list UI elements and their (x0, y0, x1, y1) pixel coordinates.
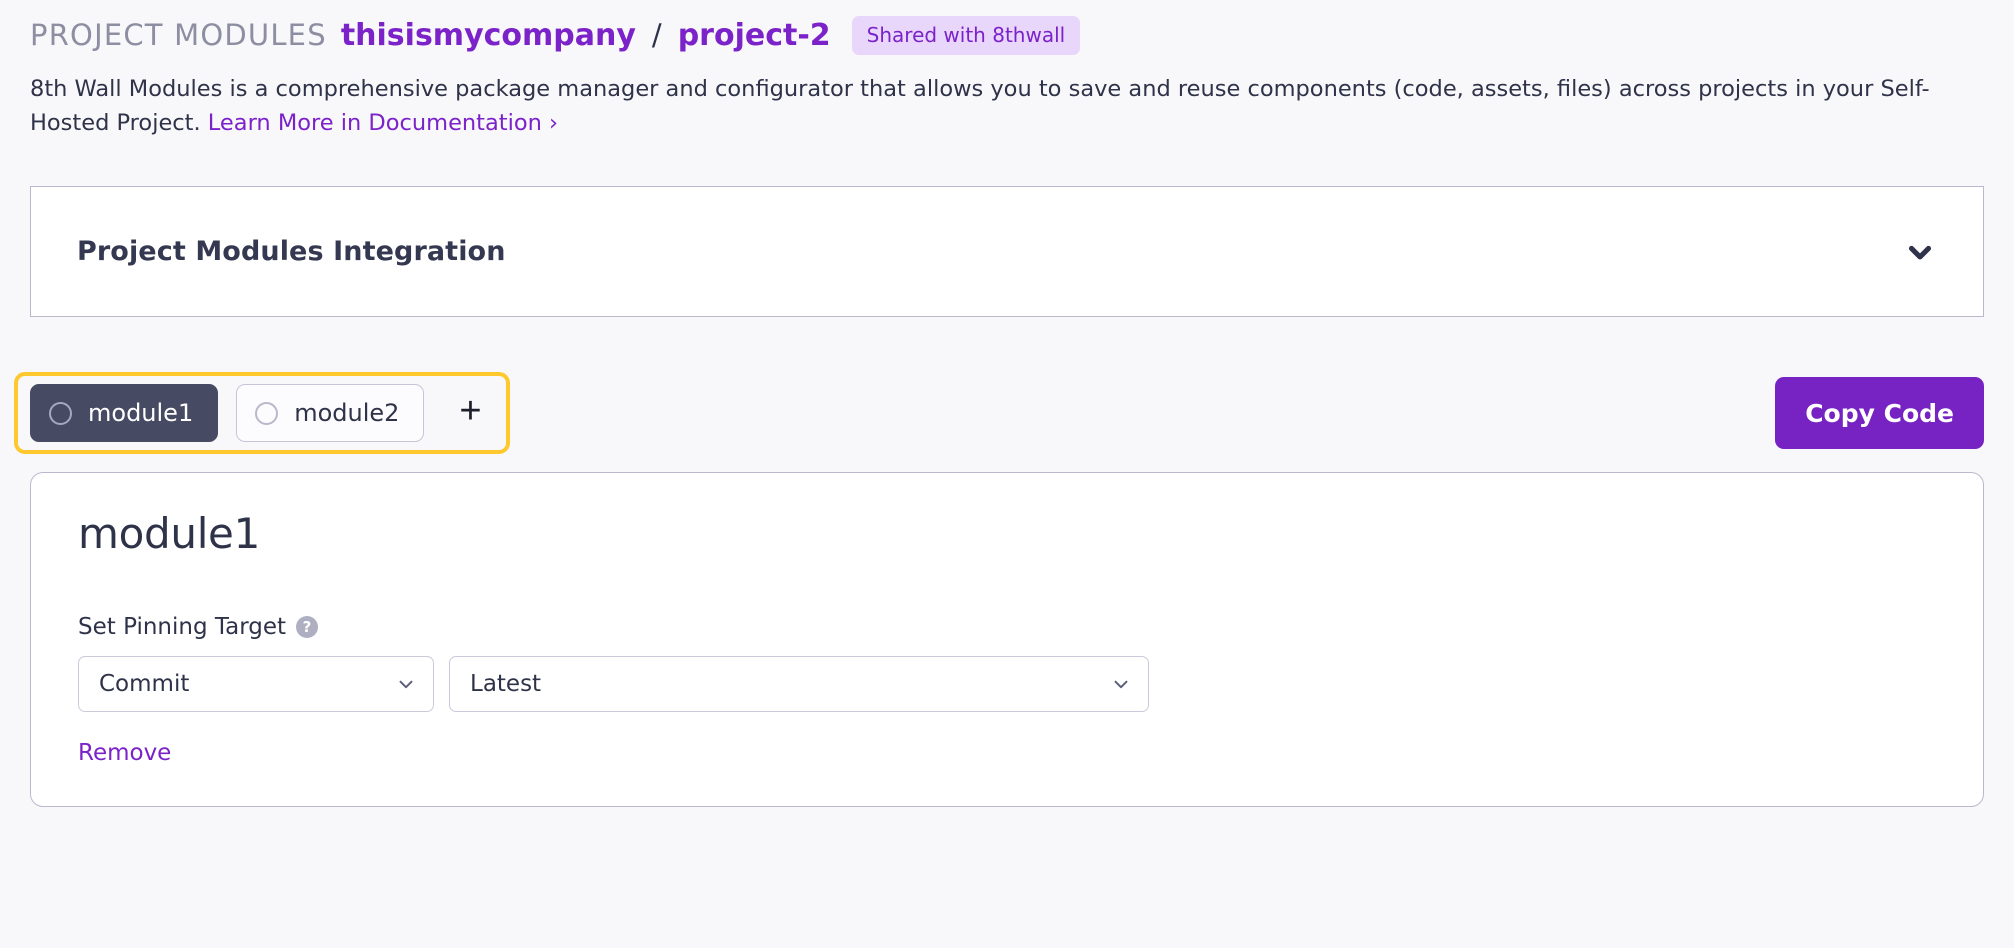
remove-module-link[interactable]: Remove (78, 740, 171, 766)
learn-more-documentation-link[interactable]: Learn More in Documentation › (208, 110, 558, 136)
page-description: 8th Wall Modules is a comprehensive pack… (30, 72, 1984, 140)
pinning-type-value: Commit (99, 671, 190, 697)
add-module-button[interactable]: + (448, 391, 492, 435)
chevron-down-icon (1110, 673, 1132, 695)
pinning-type-select[interactable]: Commit (78, 656, 434, 712)
copy-code-button[interactable]: Copy Code (1775, 377, 1984, 449)
question-mark-icon[interactable]: ? (296, 616, 319, 638)
module-tab-module1[interactable]: module1 (30, 384, 219, 442)
pinning-version-value: Latest (470, 671, 542, 697)
plus-icon: + (459, 390, 482, 432)
module-tab-label: module2 (294, 399, 400, 427)
project-modules-page: PROJECT MODULES thisismycompany / projec… (0, 0, 2014, 948)
breadcrumb-project-link[interactable]: project-2 (678, 18, 831, 53)
module-tab-label: module1 (88, 399, 194, 427)
module-detail-title: module1 (78, 509, 261, 558)
module-tab-module2[interactable]: module2 (236, 384, 425, 442)
set-pinning-target-label: Set Pinning Target (78, 614, 287, 640)
pinning-version-select[interactable]: Latest (449, 656, 1149, 712)
radio-circle-icon (49, 401, 72, 425)
shared-status-badge: Shared with 8thwall (851, 15, 1081, 55)
breadcrumb-section-label: PROJECT MODULES (30, 18, 327, 52)
module-tabs-row: module1 module2 + Copy Code (14, 372, 1984, 454)
set-pinning-target-label-row: Set Pinning Target ? (78, 614, 1939, 640)
module-tabs-group: module1 module2 + (14, 372, 511, 454)
module-detail-panel: module1 Set Pinning Target ? Commit Late… (30, 472, 1984, 807)
breadcrumb-separator: / (651, 18, 662, 52)
chevron-down-icon (395, 673, 417, 695)
project-modules-integration-accordion[interactable]: Project Modules Integration (30, 186, 1984, 317)
breadcrumb: PROJECT MODULES thisismycompany / projec… (30, 0, 1984, 55)
integration-accordion-title: Project Modules Integration (77, 236, 506, 267)
pinning-target-controls: Commit Latest (78, 656, 1939, 712)
radio-circle-icon (255, 401, 279, 425)
breadcrumb-org-link[interactable]: thisismycompany (341, 18, 636, 53)
chevron-down-icon[interactable] (1903, 235, 1937, 269)
